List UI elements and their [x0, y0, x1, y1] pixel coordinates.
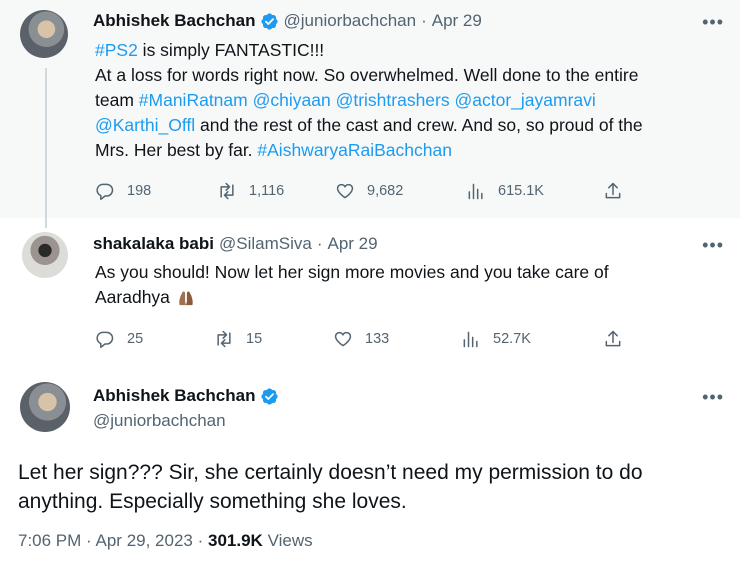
separator-dot: · [316, 234, 323, 253]
hashtag-link[interactable]: #PS2 [95, 40, 138, 60]
like-count: 133 [365, 331, 390, 347]
verified-badge-icon [260, 387, 279, 406]
avatar[interactable] [22, 232, 68, 278]
tweet-meta: 7:06 PM · Apr 29, 2023 · 301.9K Views [18, 531, 313, 550]
share-button[interactable] [603, 181, 623, 201]
tweet-header: shakalaka babi @SilamSiva · Apr 29 [93, 234, 378, 254]
reply-button[interactable]: 25 [95, 329, 143, 349]
thread-connector-line [45, 68, 47, 228]
reply-count: 198 [127, 183, 152, 199]
tweet-actions: 25 15 133 52.7K [95, 328, 735, 350]
reply-button[interactable]: 198 [95, 181, 151, 201]
retweet-button[interactable]: 15 [214, 329, 262, 349]
views-count: 301.9K [208, 531, 263, 550]
separator-dot: · [421, 11, 427, 30]
tweet-date[interactable]: Apr 29 [327, 234, 377, 254]
verified-badge-icon [260, 12, 279, 31]
tweet-text: As you should! Now let her sign more mov… [95, 262, 609, 307]
folded-hands-emoji [179, 291, 193, 306]
author-handle[interactable]: @juniorbachchan [284, 11, 417, 31]
share-button[interactable] [603, 329, 623, 349]
views-icon [468, 183, 483, 200]
hashtag-link[interactable]: #ManiRatnam [139, 90, 248, 110]
author-name[interactable]: Abhishek Bachchan [93, 386, 256, 406]
author-handle[interactable]: @SilamSiva [219, 234, 312, 254]
tweet-date[interactable]: Apr 29, 2023 [96, 531, 193, 550]
retweet-button[interactable]: 1,116 [217, 181, 284, 201]
views-count: 52.7K [493, 331, 531, 347]
like-button[interactable]: 9,682 [335, 181, 403, 201]
more-icon[interactable]: ••• [702, 387, 724, 408]
tweet-text: Let her sign??? Sir, she certainly doesn… [18, 461, 643, 513]
reply-count: 25 [127, 331, 144, 347]
tweet-header: Abhishek Bachchan [93, 386, 284, 406]
tweet-actions: 198 1,116 9,682 615.1K [95, 180, 735, 202]
views-label: Views [267, 531, 313, 550]
reply-icon [96, 183, 114, 201]
avatar[interactable] [20, 10, 68, 58]
author-name[interactable]: shakalaka babi [93, 234, 214, 254]
like-icon [334, 331, 352, 347]
views-button[interactable]: 615.1K [466, 181, 544, 201]
tweet-header: Abhishek Bachchan @juniorbachchan · Apr … [93, 11, 482, 31]
tweet-date[interactable]: Apr 29 [432, 11, 482, 31]
retweet-count: 15 [246, 331, 263, 347]
share-icon [605, 330, 621, 347]
avatar[interactable] [20, 382, 70, 432]
views-count: 615.1K [498, 183, 544, 199]
author-handle[interactable]: @juniorbachchan [93, 411, 226, 431]
share-icon [605, 182, 621, 199]
tweet-time[interactable]: 7:06 PM [18, 531, 81, 550]
mention-link[interactable]: @Karthi_Offl [95, 115, 195, 135]
mention-link[interactable]: @actor_jayamravi [455, 90, 596, 110]
like-count: 9,682 [367, 183, 404, 199]
retweet-icon [220, 182, 234, 200]
hashtag-link[interactable]: #AishwaryaRaiBachchan [257, 140, 452, 160]
more-icon[interactable]: ••• [702, 235, 724, 256]
retweet-icon [217, 330, 231, 348]
mention-link[interactable]: @trishtrashers [336, 90, 450, 110]
reply-icon [96, 331, 114, 349]
more-icon[interactable]: ••• [702, 12, 724, 33]
like-icon [336, 183, 354, 199]
retweet-count: 1,116 [249, 183, 285, 199]
mention-link[interactable]: @chiyaan [253, 90, 331, 110]
like-button[interactable]: 133 [333, 329, 389, 349]
tweet-text: #PS2 is simply FANTASTIC!!! At a loss fo… [95, 40, 643, 160]
author-name[interactable]: Abhishek Bachchan [93, 11, 256, 31]
views-icon [463, 331, 478, 348]
views-button[interactable]: 52.7K [461, 329, 531, 349]
